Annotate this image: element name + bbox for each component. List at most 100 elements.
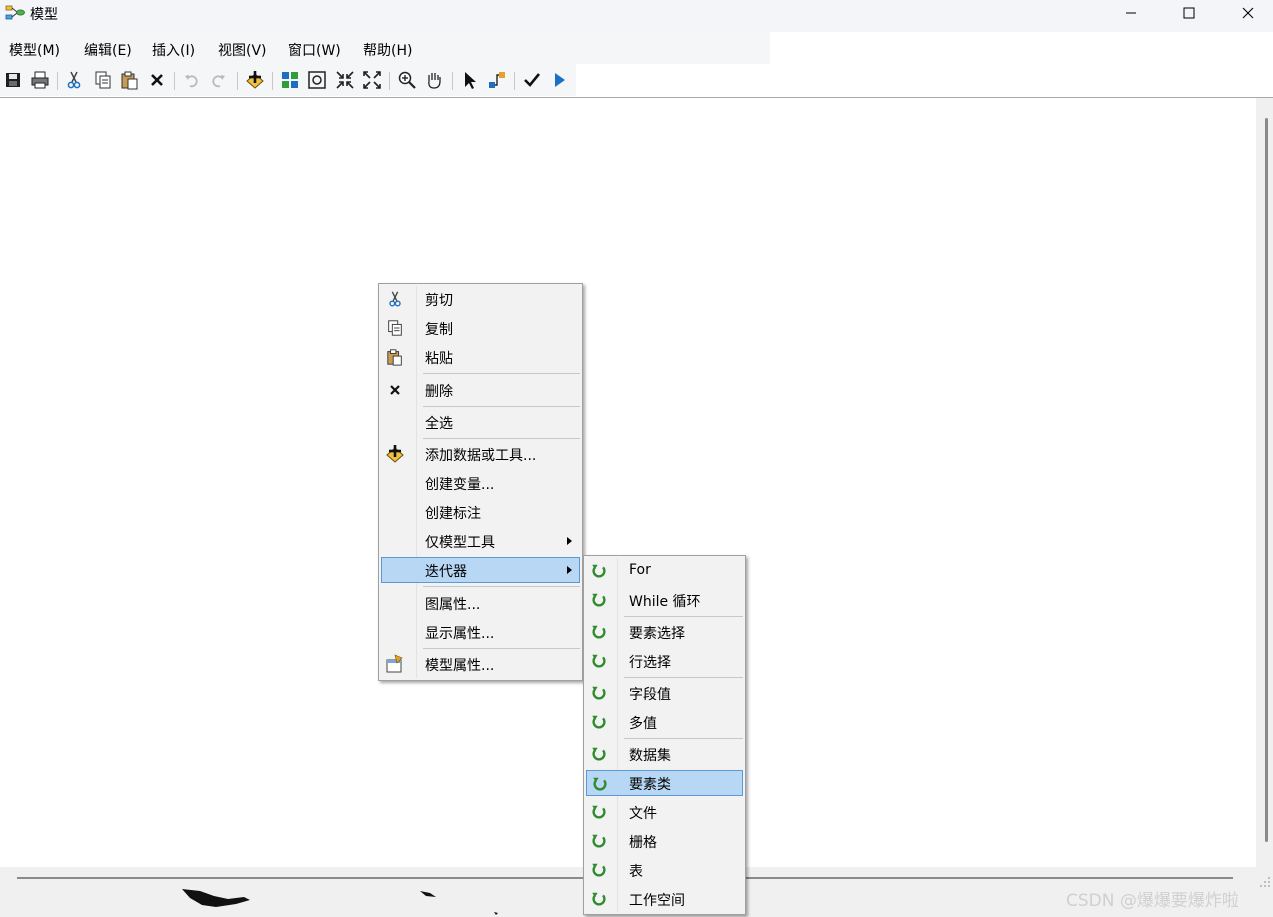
submenu-item-label: 多值 [629, 716, 657, 732]
submenu-item-label: 表 [629, 864, 643, 880]
run-button[interactable] [549, 70, 569, 90]
menu-item-model-properties[interactable]: 模型属性... [381, 651, 580, 677]
menu-separator [423, 586, 580, 587]
save-icon [6, 73, 20, 87]
add-data-button[interactable] [245, 70, 265, 90]
delete-button[interactable] [147, 70, 167, 90]
print-icon [31, 71, 49, 89]
title-bar: 模型 [0, 0, 1273, 32]
select-icon [465, 72, 476, 89]
iterator-icon [589, 651, 609, 671]
menu-separator [423, 438, 580, 439]
watermark: CSDN @爆爆要爆炸啦 [1066, 891, 1239, 911]
cut-button[interactable] [64, 70, 84, 90]
submenu-item-iterator[interactable]: 数据集 [586, 741, 743, 767]
submenu-item-iterator[interactable]: 要素选择 [586, 619, 743, 645]
toolbar-separator [452, 72, 453, 90]
minimize-button[interactable] [1108, 0, 1154, 26]
submenu-item-iterator[interactable]: 字段值 [586, 680, 743, 706]
menu-item-add-data[interactable]: 添加数据或工具... [381, 441, 580, 467]
submenu-arrow-icon [567, 566, 572, 574]
undo-icon [185, 75, 198, 88]
menu-item-create-variable[interactable]: 创建变量... [381, 470, 580, 496]
paste-icon [121, 71, 138, 90]
fixed-zoom-out-icon [363, 71, 381, 89]
add-connection-icon [489, 72, 505, 88]
submenu-item-iterator[interactable]: 多值 [586, 709, 743, 735]
validate-button[interactable] [522, 70, 542, 90]
submenu-item-iterator[interactable]: For [586, 558, 743, 584]
auto-layout-icon [282, 72, 298, 88]
iterator-icon [590, 774, 610, 794]
save-button[interactable] [3, 70, 23, 90]
menu-edit[interactable]: 编辑(E) [84, 40, 132, 60]
submenu-item-iterator[interactable]: While 循环 [586, 587, 743, 613]
menu-item-paste[interactable]: 粘贴 [381, 344, 580, 370]
submenu-item-iterator[interactable]: 要素类 [586, 770, 743, 796]
menu-item-model-only-tools[interactable]: 仅模型工具 [381, 528, 580, 554]
redo-button[interactable] [208, 70, 228, 90]
iterator-icon [589, 802, 609, 822]
menu-item-delete[interactable]: 删除 [381, 377, 580, 403]
submenu-item-label: 行选择 [629, 655, 671, 671]
redo-icon [212, 75, 225, 88]
vertical-scrollbar-thumb[interactable] [1265, 118, 1268, 842]
menu-item-copy[interactable]: 复制 [381, 315, 580, 341]
iterator-icon [589, 744, 609, 764]
submenu-item-iterator[interactable]: 栅格 [586, 828, 743, 854]
add-connection-button[interactable] [487, 70, 507, 90]
context-menu: 剪切 复制 粘贴 删除 全选 添加数据或工具... 创建变量... 创建标注 仅… [378, 283, 583, 681]
close-button[interactable] [1225, 0, 1271, 26]
print-button[interactable] [30, 70, 50, 90]
submenu-item-iterator[interactable]: 行选择 [586, 648, 743, 674]
menu-item-label: 删除 [425, 384, 453, 400]
menu-item-iterators[interactable]: 迭代器 [381, 557, 580, 583]
submenu-item-iterator[interactable]: 工作空间 [586, 886, 743, 912]
paste-icon [385, 347, 405, 367]
select-button[interactable] [460, 70, 480, 90]
add-data-icon [385, 444, 405, 464]
submenu-item-label: While 循环 [629, 594, 701, 610]
toolbar-separator [57, 72, 58, 90]
cut-icon [385, 289, 405, 309]
submenu-item-iterator[interactable]: 文件 [586, 799, 743, 825]
submenu-item-label: 要素类 [629, 777, 671, 793]
menu-item-label: 创建变量... [425, 477, 495, 493]
menu-item-select-all[interactable]: 全选 [381, 409, 580, 435]
paste-button[interactable] [120, 70, 140, 90]
close-icon [1242, 7, 1254, 19]
add-data-icon [246, 71, 264, 89]
menu-item-cut[interactable]: 剪切 [381, 286, 580, 312]
fixed-zoom-out-button[interactable] [362, 70, 382, 90]
menu-help[interactable]: 帮助(H) [363, 40, 412, 60]
iterator-icon [589, 831, 609, 851]
toolbar [0, 64, 576, 96]
menu-model[interactable]: 模型(M) [9, 40, 60, 60]
menu-insert[interactable]: 插入(I) [152, 40, 195, 60]
submenu-item-iterator[interactable]: 表 [586, 857, 743, 883]
maximize-button[interactable] [1166, 0, 1212, 26]
menu-window[interactable]: 窗口(W) [288, 40, 341, 60]
menu-item-label: 模型属性... [425, 658, 495, 674]
menu-item-diagram-properties[interactable]: 图属性... [381, 590, 580, 616]
menu-bar: 模型(M) 编辑(E) 插入(I) 视图(V) 窗口(W) 帮助(H) [0, 32, 770, 64]
window-title: 模型 [30, 7, 58, 23]
zoom-in-button[interactable] [397, 70, 417, 90]
delete-icon [151, 74, 163, 86]
undo-button[interactable] [182, 70, 202, 90]
full-extent-button[interactable] [307, 70, 327, 90]
menu-separator [624, 738, 743, 739]
iterator-icon [589, 683, 609, 703]
menu-item-label: 添加数据或工具... [425, 448, 537, 464]
fixed-zoom-in-button[interactable] [335, 70, 355, 90]
menu-separator [423, 648, 580, 649]
pan-button[interactable] [424, 70, 444, 90]
menu-view[interactable]: 视图(V) [218, 40, 267, 60]
menu-item-create-label[interactable]: 创建标注 [381, 499, 580, 525]
menu-item-display-properties[interactable]: 显示属性... [381, 619, 580, 645]
iterator-icon [589, 889, 609, 909]
iterator-submenu: For While 循环要素选择行选择字段值多值数据集要素类文件栅格表工作空间 [583, 555, 746, 915]
copy-button[interactable] [93, 70, 113, 90]
validate-icon [524, 73, 541, 87]
auto-layout-button[interactable] [280, 70, 300, 90]
